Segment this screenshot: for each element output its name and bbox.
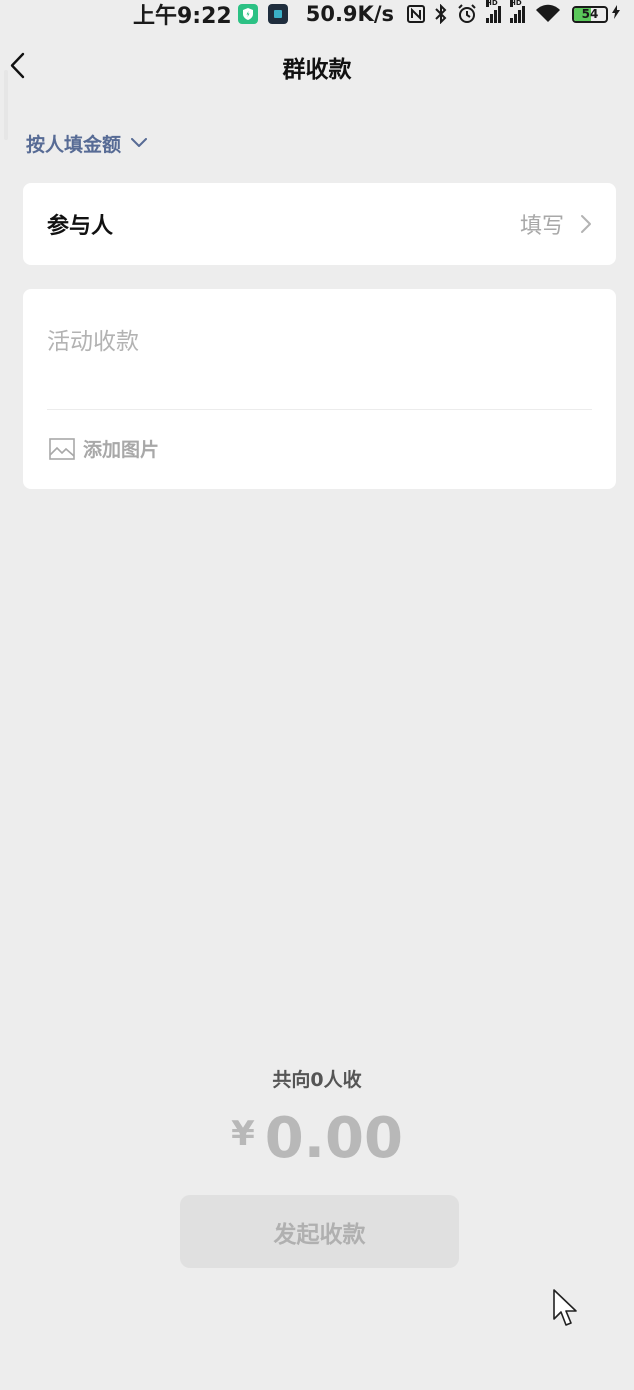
participants-fill-action[interactable]: 填写 bbox=[520, 208, 592, 240]
network-speed: 50.9K/s bbox=[305, 2, 394, 26]
description-card: 添加图片 bbox=[23, 289, 616, 489]
participants-row[interactable]: 参与人 填写 bbox=[23, 183, 616, 265]
start-collection-button[interactable]: 发起收款 bbox=[180, 1195, 459, 1268]
charging-icon bbox=[612, 5, 620, 23]
battery-level: 54 bbox=[581, 7, 599, 21]
bluetooth-icon bbox=[435, 4, 447, 24]
add-image-label: 添加图片 bbox=[83, 439, 160, 461]
nav-bar: 群收款 bbox=[0, 36, 634, 96]
alarm-icon bbox=[457, 4, 477, 24]
signal-hd-badge: HD bbox=[510, 0, 522, 7]
mouse-cursor-icon bbox=[553, 1289, 577, 1326]
participants-action-label: 填写 bbox=[519, 214, 564, 239]
image-icon bbox=[49, 437, 75, 460]
mode-label: 按人填金额 bbox=[26, 133, 122, 156]
participants-label: 参与人 bbox=[47, 214, 114, 239]
collect-summary: 共向0人收 bbox=[272, 1069, 362, 1091]
status-time: 上午9:22 bbox=[133, 4, 232, 29]
currency-symbol: ¥ bbox=[231, 1114, 255, 1154]
nfc-icon bbox=[407, 5, 425, 23]
app-notification-icon bbox=[267, 4, 288, 24]
status-bar: 上午9:22 50.9K/s HD HD 54 bbox=[0, 0, 634, 29]
description-input[interactable] bbox=[47, 329, 592, 355]
battery-icon: 54 bbox=[572, 5, 608, 23]
wifi-icon bbox=[535, 4, 561, 24]
signal-strength-icon: HD bbox=[510, 0, 526, 23]
page-title: 群收款 bbox=[282, 57, 352, 83]
shield-app-icon bbox=[237, 4, 258, 24]
divider bbox=[47, 409, 592, 410]
chevron-right-icon bbox=[581, 215, 591, 233]
mode-dropdown[interactable]: 按人填金额 bbox=[26, 128, 148, 158]
total-amount: ¥ 0.00 bbox=[0, 1108, 634, 1170]
amount-value: 0.00 bbox=[264, 1106, 403, 1171]
add-image-button[interactable]: 添加图片 bbox=[49, 435, 159, 462]
signal-strength-icon: HD bbox=[486, 0, 502, 23]
signal-hd-badge: HD bbox=[486, 0, 498, 7]
chevron-down-icon bbox=[131, 138, 148, 147]
